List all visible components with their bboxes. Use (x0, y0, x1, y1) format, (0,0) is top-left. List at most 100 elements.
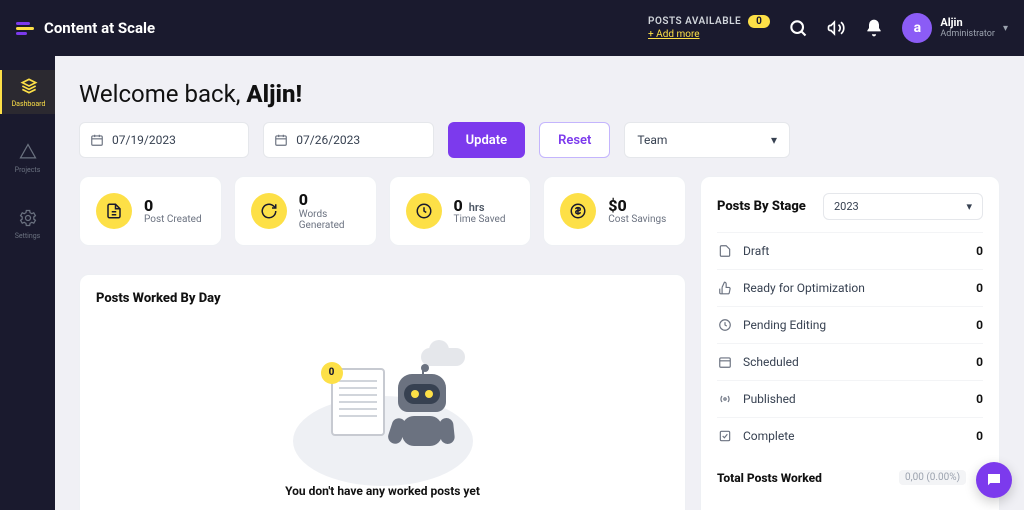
stage-label: Ready for Optimization (743, 281, 865, 295)
thumbs-up-icon (717, 280, 733, 296)
top-header: Content at Scale POSTS AVAILABLE 0 + Add… (0, 0, 1024, 56)
posts-worked-title: Posts Worked By Day (96, 291, 669, 306)
date-end-value: 07/26/2023 (296, 133, 360, 147)
total-badge: 0,00 (0.00%) (899, 470, 966, 485)
date-start-value: 07/19/2023 (112, 133, 176, 147)
posts-available-count: 0 (748, 15, 770, 28)
megaphone-icon[interactable] (826, 18, 846, 38)
calendar-icon (90, 133, 104, 147)
sidebar-item-dashboard[interactable]: Dashboard (0, 70, 55, 114)
empty-message: You don't have any worked posts yet (285, 484, 480, 498)
brand-name: Content at Scale (44, 19, 155, 37)
user-text: Aljin Administrator (940, 16, 995, 40)
stage-value: 0 (976, 318, 983, 332)
stat-label: Post Created (144, 214, 202, 225)
posts-worked-panel: Posts Worked By Day 0 You don't have any… (79, 274, 686, 510)
welcome-name: Aljin! (246, 80, 302, 108)
stat-value: 0 (299, 190, 308, 209)
stage-value: 0 (976, 244, 983, 258)
dashboard-icon (19, 76, 39, 96)
stage-value: 0 (976, 392, 983, 406)
total-label: Total Posts Worked (717, 471, 822, 485)
posts-by-stage-panel: Posts By Stage 2023 ▾ Draft 0 Ready for … (700, 176, 1000, 510)
avatar: a (902, 13, 932, 43)
year-select[interactable]: 2023 ▾ (823, 193, 983, 220)
chat-launcher[interactable] (976, 462, 1012, 498)
gear-icon (18, 208, 38, 228)
main-content: Welcome back, Aljin! 07/19/2023 07/26/20… (55, 56, 1024, 510)
welcome-heading: Welcome back, Aljin! (79, 80, 1000, 108)
avatar-initial: a (914, 20, 922, 36)
broadcast-icon (717, 391, 733, 407)
stage-label: Complete (743, 429, 795, 443)
stat-label: Time Saved (454, 214, 506, 225)
chevron-down-icon: ▾ (771, 133, 777, 147)
search-icon[interactable] (788, 18, 808, 38)
team-select-label: Team (637, 133, 667, 147)
add-more-link[interactable]: + Add more (648, 29, 700, 40)
robot-icon (391, 374, 453, 446)
stage-row-ready: Ready for Optimization 0 (717, 269, 983, 306)
stat-value: 0 (454, 196, 463, 215)
sidebar-item-label: Projects (15, 166, 41, 174)
sidebar-item-projects[interactable]: Projects (0, 136, 55, 180)
user-menu[interactable]: a Aljin Administrator ▾ (902, 13, 1008, 43)
posts-count-badge: 0 (321, 362, 343, 384)
sidebar-item-settings[interactable]: Settings (0, 202, 55, 246)
filter-row: 07/19/2023 07/26/2023 Update Reset Team … (79, 122, 1000, 158)
sidebar: Dashboard Projects Settings (0, 56, 55, 510)
user-role: Administrator (940, 29, 995, 40)
stat-value: $0 (608, 196, 626, 215)
calendar-icon (274, 133, 288, 147)
total-posts-row: Total Posts Worked 0,00 (0.00%) 0 (717, 458, 983, 485)
year-value: 2023 (834, 200, 859, 213)
refresh-icon (251, 193, 287, 229)
stage-label: Draft (743, 244, 769, 258)
check-icon (717, 428, 733, 444)
user-name: Aljin (940, 16, 995, 29)
empty-illustration: 0 (283, 318, 483, 468)
clock-icon (406, 193, 442, 229)
stage-value: 0 (976, 355, 983, 369)
document-icon (96, 193, 132, 229)
team-select[interactable]: Team ▾ (624, 122, 790, 158)
header-right: POSTS AVAILABLE 0 + Add more a Aljin Adm… (648, 13, 1008, 43)
stat-time-saved: 0 hrs Time Saved (389, 176, 532, 246)
pending-icon (717, 317, 733, 333)
sidebar-item-label: Settings (15, 232, 41, 240)
stat-label: Words Generated (299, 209, 360, 231)
brand-logo[interactable]: Content at Scale (16, 18, 155, 38)
stage-value: 0 (976, 429, 983, 443)
stage-label: Scheduled (743, 355, 799, 369)
stat-words-generated: 0 Words Generated (234, 176, 377, 246)
chevron-down-icon: ▾ (966, 200, 972, 213)
date-end-input[interactable]: 07/26/2023 (263, 122, 433, 158)
reset-button[interactable]: Reset (539, 122, 610, 158)
projects-icon (18, 142, 38, 162)
logo-icon (16, 18, 36, 38)
stat-cost-savings: $0 Cost Savings (543, 176, 686, 246)
stat-label: Cost Savings (608, 214, 666, 225)
stage-row-complete: Complete 0 (717, 417, 983, 454)
bell-icon[interactable] (864, 18, 884, 38)
stage-value: 0 (976, 281, 983, 295)
draft-icon (717, 243, 733, 259)
stage-label: Published (743, 392, 796, 406)
content-columns: 0 Post Created 0 Words Generated (79, 176, 1000, 510)
stage-row-pending: Pending Editing 0 (717, 306, 983, 343)
welcome-prefix: Welcome back, (79, 80, 246, 108)
stat-post-created: 0 Post Created (79, 176, 222, 246)
stage-row-scheduled: Scheduled 0 (717, 343, 983, 380)
posts-available-label: POSTS AVAILABLE (648, 16, 741, 27)
date-start-input[interactable]: 07/19/2023 (79, 122, 249, 158)
empty-state: 0 You don't have any worked posts yet Cr… (96, 306, 669, 510)
stage-title: Posts By Stage (717, 199, 806, 214)
stage-row-draft: Draft 0 (717, 232, 983, 269)
stage-row-published: Published 0 (717, 380, 983, 417)
calendar-icon (717, 354, 733, 370)
sidebar-item-label: Dashboard (12, 100, 46, 108)
dollar-icon (560, 193, 596, 229)
stage-label: Pending Editing (743, 318, 826, 332)
update-button[interactable]: Update (448, 122, 526, 158)
stats-row: 0 Post Created 0 Words Generated (79, 176, 686, 246)
